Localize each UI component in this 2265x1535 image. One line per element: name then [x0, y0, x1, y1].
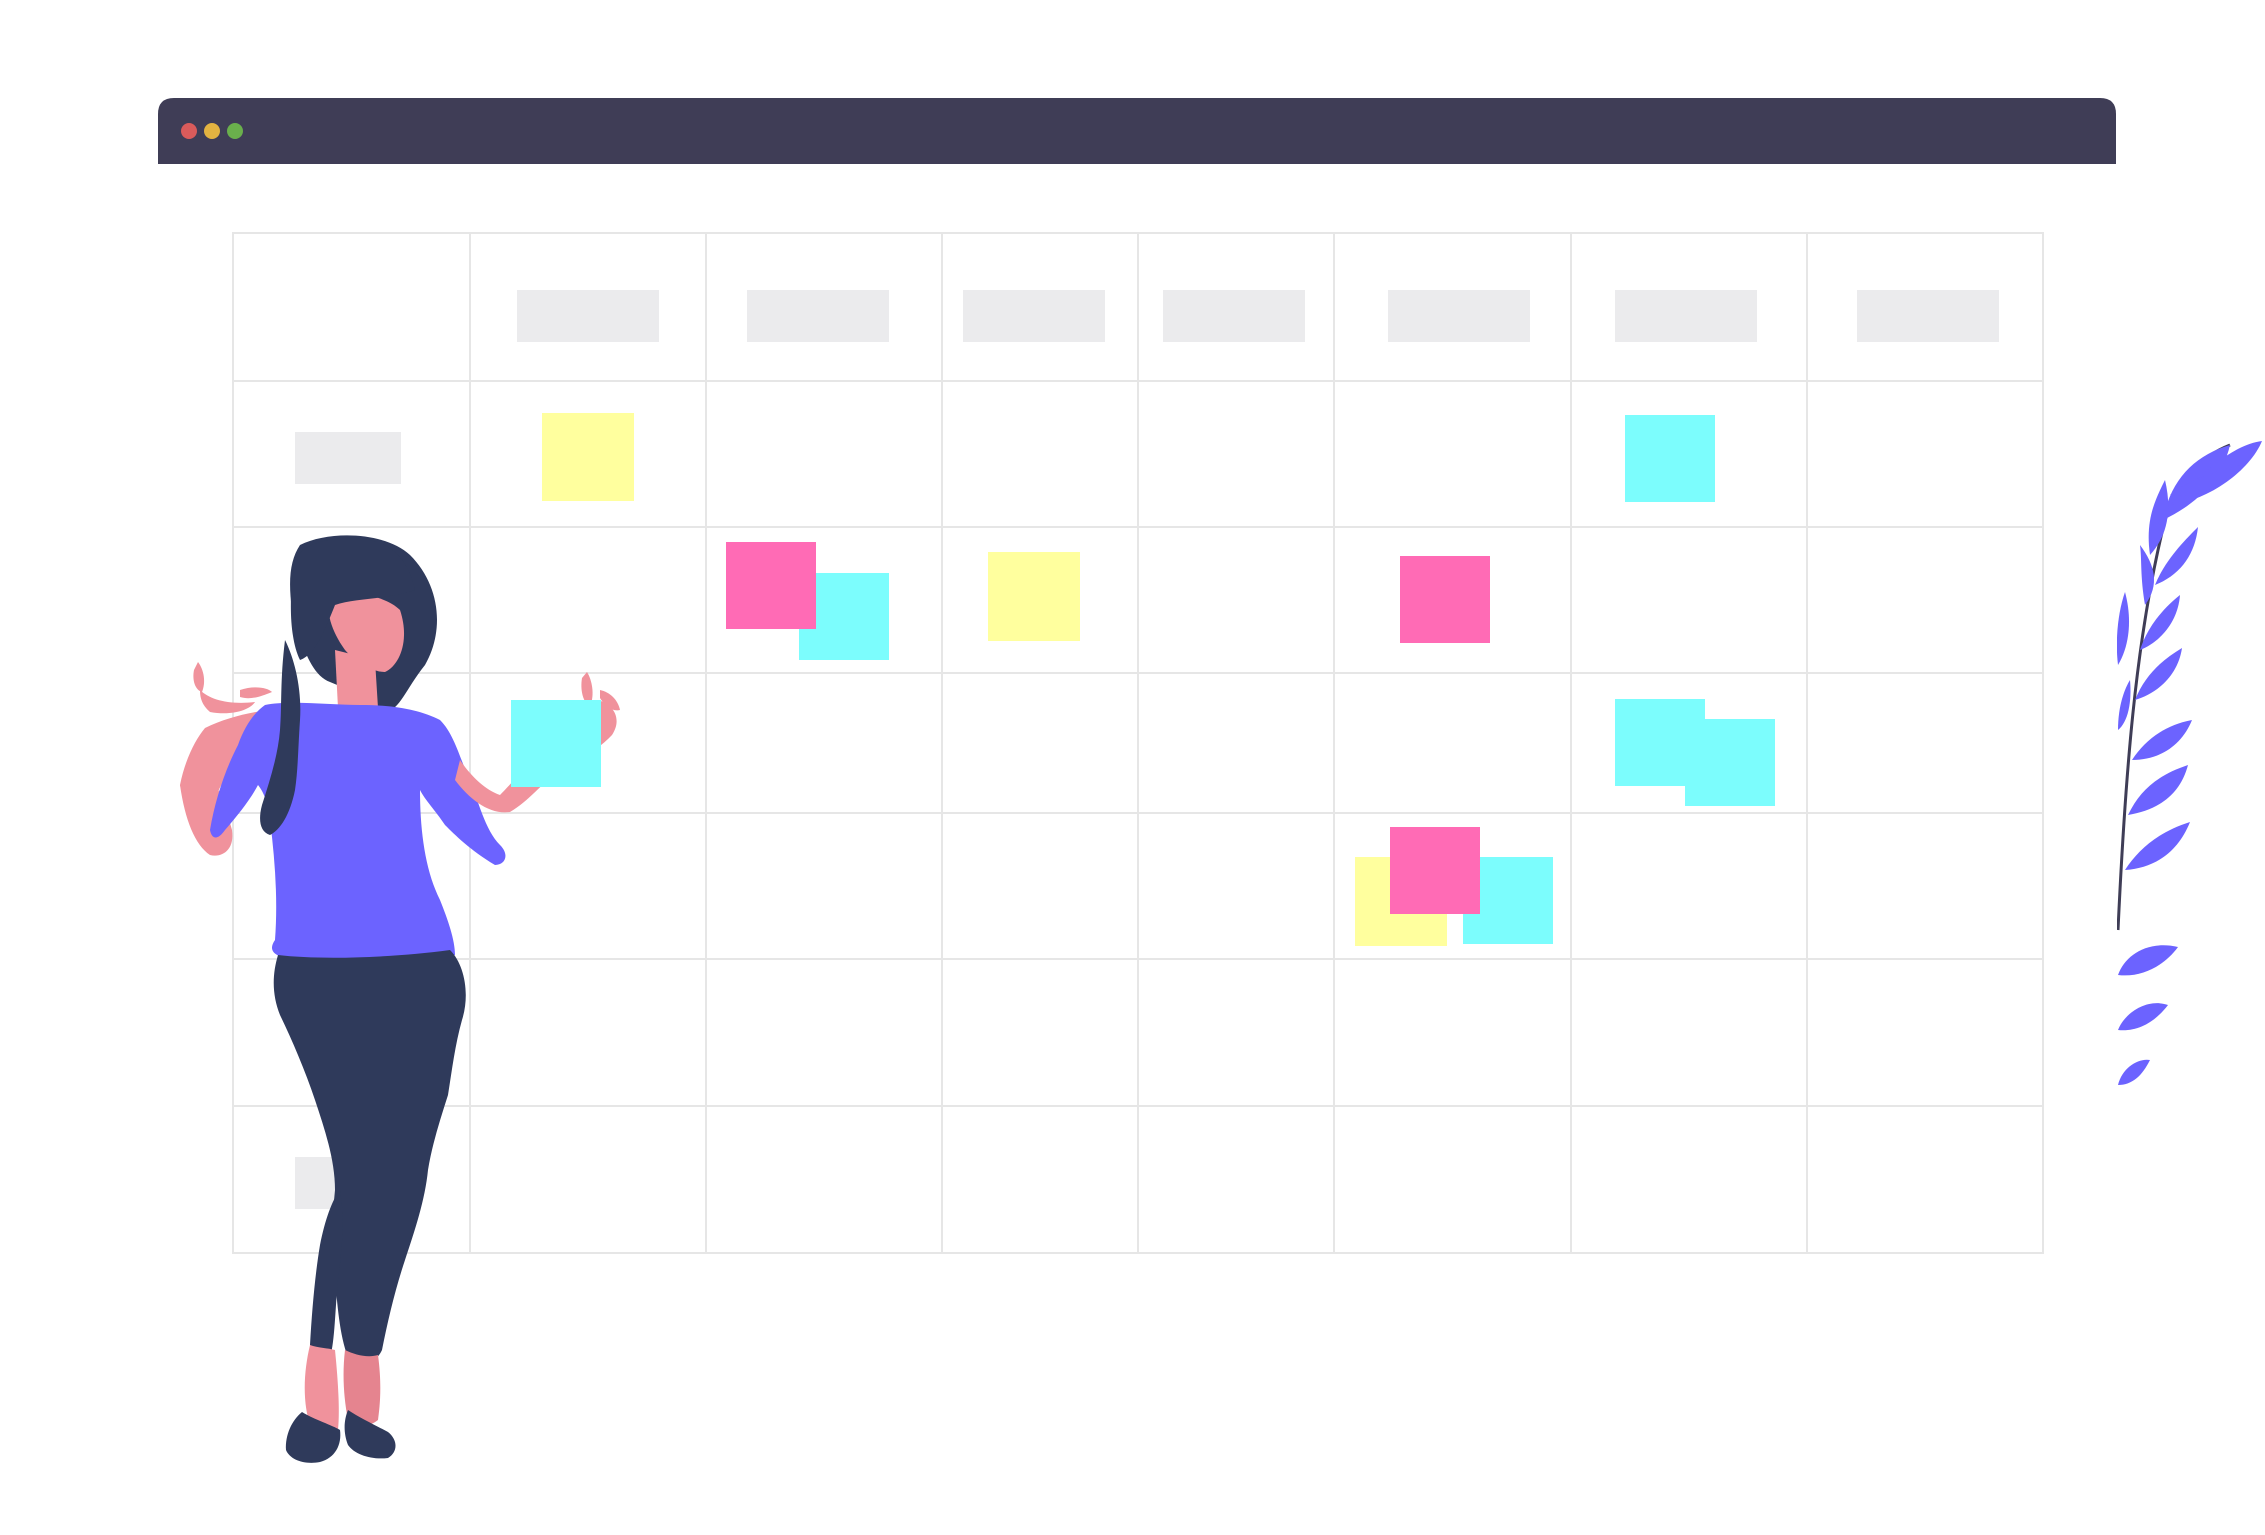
plant-illustration [2090, 440, 2262, 1140]
column-header-1 [517, 290, 659, 342]
column-header-6 [1615, 290, 1757, 342]
row-label-1 [295, 432, 401, 484]
column-header-5 [1388, 290, 1530, 342]
sticky-note-yellow[interactable] [988, 552, 1080, 641]
sticky-note-yellow[interactable] [542, 413, 634, 501]
minimize-dot[interactable] [204, 123, 220, 139]
column-headers [517, 290, 1999, 342]
sticky-note-pink[interactable] [1400, 556, 1490, 643]
sticky-note-cyan[interactable] [1625, 415, 1715, 502]
window-titlebar [158, 98, 2116, 164]
plant-mask [2090, 440, 2117, 1140]
sticky-note-cyan[interactable] [1685, 719, 1775, 806]
column-header-2 [747, 290, 889, 342]
column-header-4 [1163, 290, 1305, 342]
maximize-dot[interactable] [227, 123, 243, 139]
sticky-note-pink[interactable] [1390, 827, 1480, 914]
close-dot[interactable] [181, 123, 197, 139]
browser-window [158, 98, 2116, 164]
column-header-3 [963, 290, 1105, 342]
planner-illustration [158, 98, 2262, 1463]
held-sticky-note[interactable] [511, 700, 601, 787]
sticky-note-pink[interactable] [726, 542, 816, 629]
sticky-notes [542, 413, 1775, 946]
column-header-7 [1857, 290, 1999, 342]
woman-illustration [180, 535, 620, 1463]
